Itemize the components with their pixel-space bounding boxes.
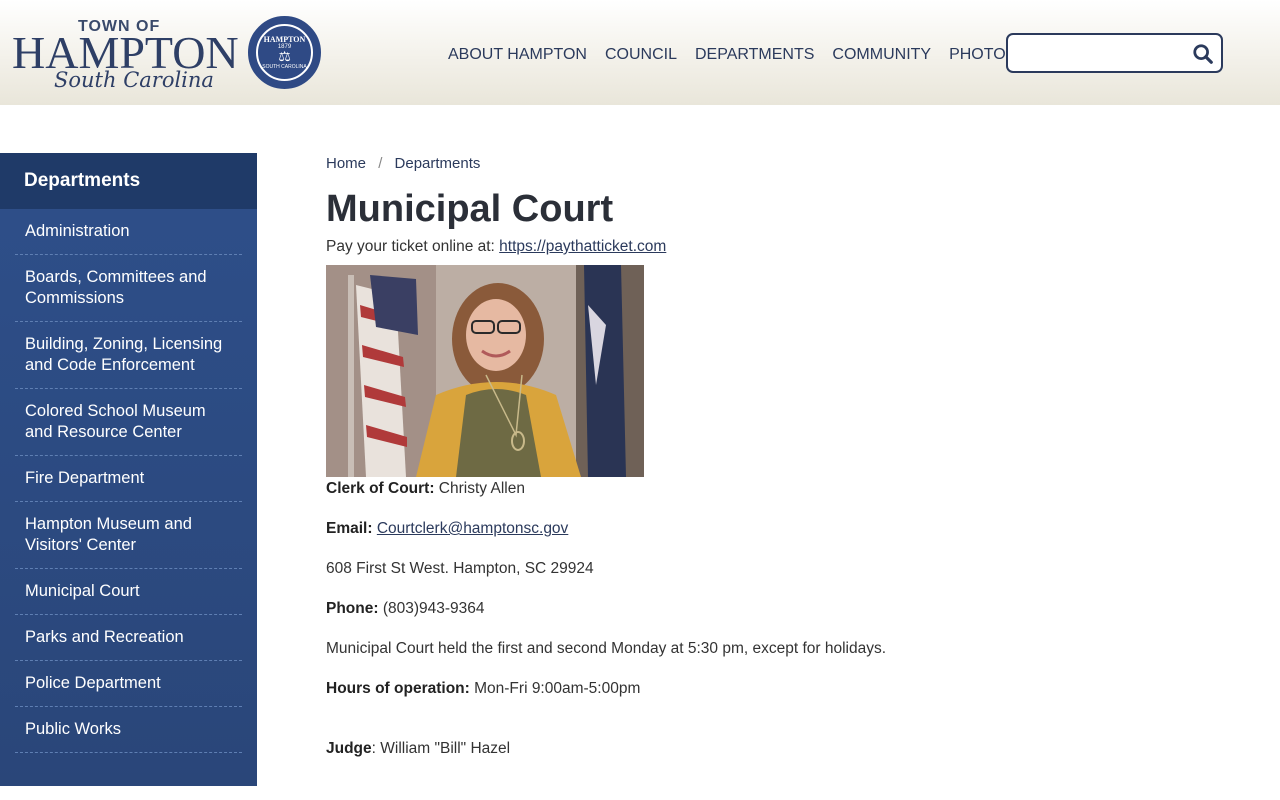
pay-ticket-label: Pay your ticket online at: (326, 238, 500, 255)
seal-bottom-text: SOUTH CAROLINA (262, 64, 307, 70)
sidebar-item-boards-committees[interactable]: Boards, Committees and Commissions (15, 255, 242, 322)
sidebar-item-fire-department[interactable]: Fire Department (15, 456, 242, 502)
sidebar-item-municipal-court[interactable]: Municipal Court (15, 569, 242, 615)
sidebar-list: Administration Boards, Committees and Co… (0, 209, 257, 753)
phone-label: Phone: (326, 600, 379, 617)
court-info: Clerk of Court: Christy Allen Email: Cou… (326, 479, 1226, 759)
search-box (1006, 33, 1223, 73)
search-icon[interactable] (1192, 43, 1214, 65)
sidebar-item-parks-recreation[interactable]: Parks and Recreation (15, 615, 242, 661)
email-link[interactable]: Courtclerk@hamptonsc.gov (377, 520, 568, 537)
main-nav: ABOUT HAMPTON COUNCIL DEPARTMENTS COMMUN… (448, 46, 1016, 64)
clerk-value: Christy Allen (434, 480, 525, 497)
judge-label: Judge (326, 740, 372, 757)
breadcrumb-separator: / (378, 155, 383, 172)
departments-sidebar: Departments Administration Boards, Commi… (0, 153, 257, 786)
scales-of-justice-icon: ⚖ (278, 49, 291, 65)
address-line: 608 First St West. Hampton, SC 29924 (326, 560, 594, 577)
email-label: Email: (326, 520, 373, 537)
seal-top-text: HAMPTON (263, 35, 306, 44)
schedule-line: Municipal Court held the first and secon… (326, 640, 887, 657)
sc-flag-icon (584, 265, 626, 477)
phone-line: Phone: (803)943-9364 (326, 599, 1226, 619)
breadcrumb: Home / Departments (326, 155, 1226, 172)
sidebar-item-public-works[interactable]: Public Works (15, 707, 242, 753)
page-title: Municipal Court (326, 188, 614, 230)
judge-line: Judge: William "Bill" Hazel (326, 739, 1226, 759)
pay-ticket-line: Pay your ticket online at: https://payth… (326, 238, 1226, 256)
sidebar-item-colored-school-museum[interactable]: Colored School Museum and Resource Cente… (15, 389, 242, 456)
nav-community[interactable]: COMMUNITY (832, 46, 931, 64)
nav-council[interactable]: COUNCIL (605, 46, 677, 64)
main-content: Home / Departments Municipal Court Pay y… (326, 153, 1226, 779)
judge-value: : William "Bill" Hazel (371, 740, 511, 757)
sidebar-title: Departments (0, 153, 257, 209)
hours-label: Hours of operation: (326, 680, 470, 697)
sidebar-item-administration[interactable]: Administration (15, 209, 242, 255)
breadcrumb-departments[interactable]: Departments (395, 155, 481, 172)
nav-about-hampton[interactable]: ABOUT HAMPTON (448, 46, 587, 64)
town-seal-icon: HAMPTON 1879 ⚖ SOUTH CAROLINA (248, 16, 321, 89)
sidebar-item-hampton-museum[interactable]: Hampton Museum and Visitors' Center (15, 502, 242, 569)
hours-line: Hours of operation: Mon-Fri 9:00am-5:00p… (326, 679, 1226, 699)
clerk-line: Clerk of Court: Christy Allen (326, 479, 1226, 499)
pay-ticket-link[interactable]: https://paythatticket.com (499, 238, 666, 255)
clerk-label: Clerk of Court: (326, 480, 435, 497)
search-input[interactable] (1016, 42, 1186, 64)
sidebar-item-police-department[interactable]: Police Department (15, 661, 242, 707)
site-logo[interactable]: TOWN OF HAMPTON South Carolina (12, 18, 239, 98)
sidebar-item-building-zoning[interactable]: Building, Zoning, Licensing and Code Enf… (15, 322, 242, 389)
logo-south-carolina: South Carolina (54, 68, 214, 92)
clerk-photo (326, 265, 644, 477)
site-header: TOWN OF HAMPTON South Carolina HAMPTON 1… (0, 0, 1280, 105)
seal-inner: HAMPTON 1879 ⚖ SOUTH CAROLINA (256, 24, 313, 81)
email-line: Email: Courtclerk@hamptonsc.gov (326, 519, 1226, 539)
hours-value: Mon-Fri 9:00am-5:00pm (469, 680, 641, 697)
clerk-portrait-image (326, 265, 644, 477)
breadcrumb-home[interactable]: Home (326, 155, 366, 172)
nav-departments[interactable]: DEPARTMENTS (695, 46, 814, 64)
phone-value: (803)943-9364 (378, 600, 485, 617)
